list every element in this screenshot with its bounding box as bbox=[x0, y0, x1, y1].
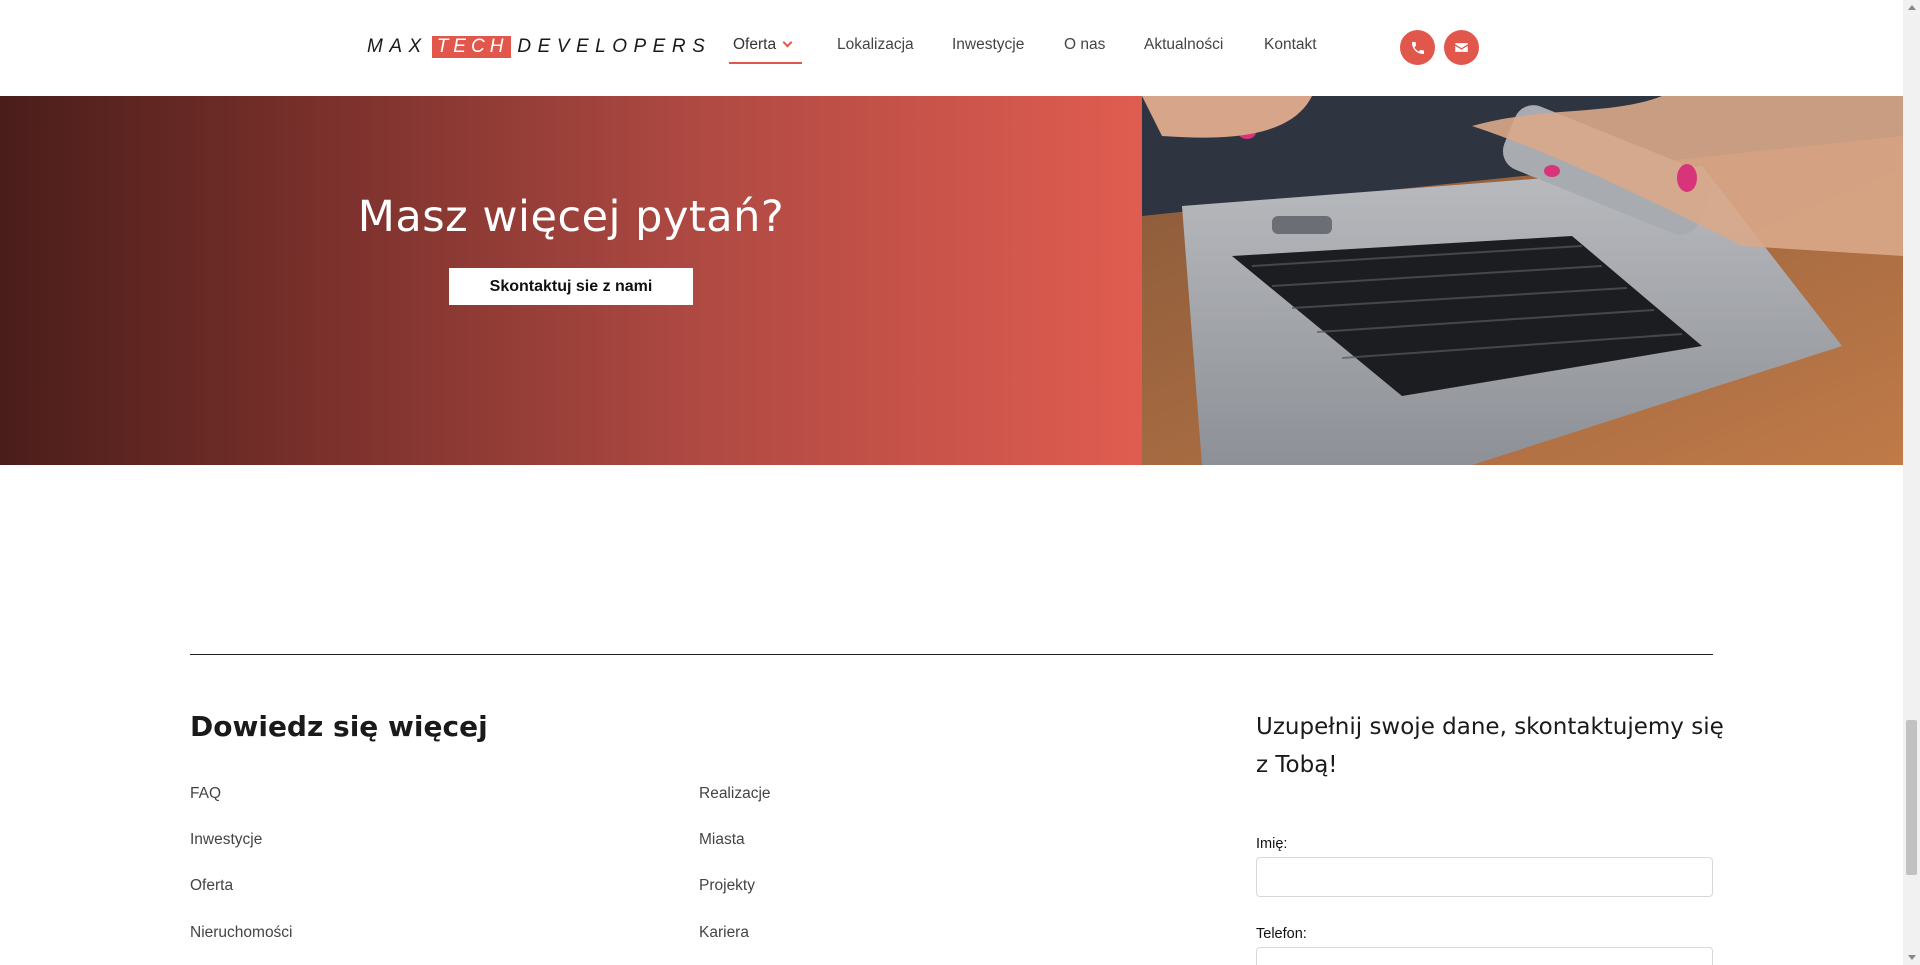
phone-field-label: Telefon: bbox=[1256, 926, 1307, 942]
nav-item-oferta[interactable]: Oferta bbox=[733, 36, 793, 54]
scroll-up-arrow-icon[interactable] bbox=[1908, 5, 1916, 10]
hero-title: Masz więcej pytań? bbox=[357, 192, 785, 242]
nav-item-o-nas[interactable]: O nas bbox=[1064, 36, 1105, 54]
page-scrollbar[interactable] bbox=[1903, 0, 1920, 965]
photo-illustration bbox=[1142, 96, 1903, 465]
footer-link-oferta[interactable]: Oferta bbox=[190, 877, 233, 895]
footer-link-inwestycje[interactable]: Inwestycje bbox=[190, 831, 262, 849]
nav-item-kontakt[interactable]: Kontakt bbox=[1264, 36, 1317, 54]
scrollbar-thumb[interactable] bbox=[1906, 720, 1917, 875]
contact-form-title: Uzupełnij swoje dane, skontaktujemy się … bbox=[1256, 714, 1724, 778]
scroll-down-arrow-icon[interactable] bbox=[1908, 955, 1916, 960]
footer-link-realizacje[interactable]: Realizacje bbox=[699, 785, 771, 803]
phone-input[interactable] bbox=[1256, 947, 1713, 965]
logo-text-tech: TECH bbox=[431, 36, 512, 58]
envelope-icon bbox=[1455, 43, 1468, 52]
nav-item-lokalizacja[interactable]: Lokalizacja bbox=[837, 36, 914, 54]
chevron-down-icon bbox=[782, 37, 793, 48]
footer-link-projekty[interactable]: Projekty bbox=[699, 877, 755, 895]
logo-text-max: MAX bbox=[367, 36, 428, 57]
hero-gradient-panel: Masz więcej pytań? Skontaktuj sie z nami bbox=[0, 96, 1142, 465]
laptop-and-smartphone-photo bbox=[1142, 96, 1903, 465]
email-button[interactable] bbox=[1444, 30, 1479, 65]
nav-active-underline bbox=[729, 62, 802, 64]
nav-item-inwestycje[interactable]: Inwestycje bbox=[952, 36, 1024, 54]
footer-link-faq[interactable]: FAQ bbox=[190, 785, 221, 803]
logo[interactable]: MAX TECH DEVELOPERS bbox=[367, 36, 711, 58]
phone-icon bbox=[1411, 41, 1424, 54]
contact-hero: Masz więcej pytań? Skontaktuj sie z nami bbox=[0, 96, 1903, 465]
logo-text-developers: DEVELOPERS bbox=[517, 36, 712, 57]
section-divider bbox=[190, 654, 1713, 655]
name-input[interactable] bbox=[1256, 857, 1713, 897]
footer-link-kariera[interactable]: Kariera bbox=[699, 924, 749, 942]
site-header: MAX TECH DEVELOPERS Oferta Lokalizacja I… bbox=[0, 0, 1902, 96]
nav-item-aktualnosci[interactable]: Aktualności bbox=[1144, 36, 1223, 54]
contact-us-button[interactable]: Skontaktuj sie z nami bbox=[449, 268, 693, 305]
footer-title: Dowiedz się więcej bbox=[190, 710, 488, 743]
name-field-label: Imię: bbox=[1256, 836, 1288, 852]
nav-item-label: Oferta bbox=[733, 36, 777, 53]
footer-link-miasta[interactable]: Miasta bbox=[699, 831, 745, 849]
footer-link-nieruchomosci[interactable]: Nieruchomości bbox=[190, 924, 293, 942]
phone-button[interactable] bbox=[1400, 30, 1435, 65]
